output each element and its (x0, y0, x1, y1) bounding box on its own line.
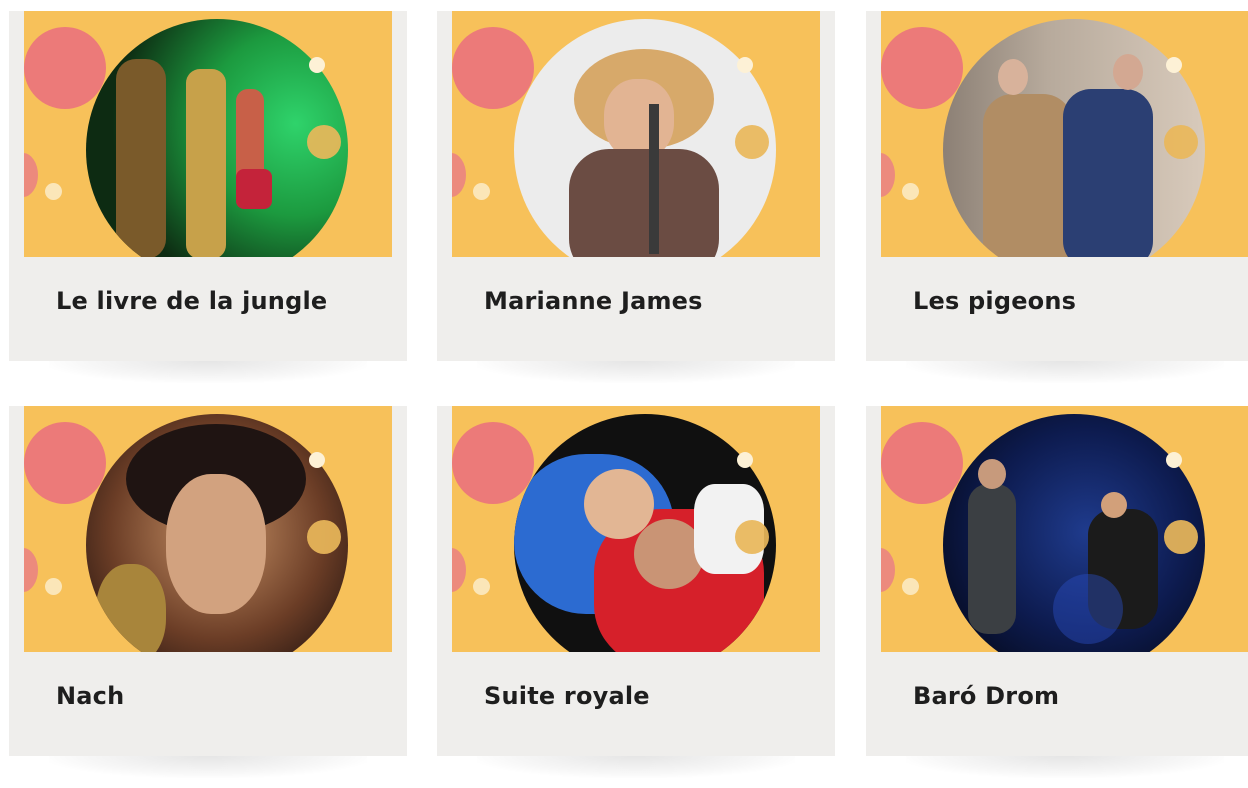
decor-circle (45, 578, 62, 595)
decor-circle (473, 183, 490, 200)
decor-circle (309, 57, 325, 73)
show-title[interactable]: Nach (56, 682, 124, 710)
show-card[interactable]: Suite royale (437, 406, 835, 778)
card-banner (881, 11, 1248, 257)
card-banner (24, 11, 392, 257)
decor-circle (737, 452, 753, 468)
decor-circle (452, 153, 466, 197)
show-card[interactable]: Le livre de la jungle (9, 11, 407, 383)
decor-circle (309, 452, 325, 468)
decor-circle (735, 125, 769, 159)
decor-circle (735, 520, 769, 554)
decor-circle (881, 548, 895, 592)
decor-circle (24, 27, 106, 109)
decor-circle (881, 153, 895, 197)
show-card[interactable]: Marianne James (437, 11, 835, 383)
decor-circle (473, 578, 490, 595)
decor-circle (1166, 57, 1182, 73)
decor-circle (1164, 520, 1198, 554)
card-banner (24, 406, 392, 652)
card-banner (452, 11, 820, 257)
decor-circle (902, 183, 919, 200)
show-grid: Le livre de la jungle Marianne James Les… (0, 0, 1248, 788)
decor-circle (45, 183, 62, 200)
show-title[interactable]: Les pigeons (913, 287, 1076, 315)
show-title[interactable]: Suite royale (484, 682, 650, 710)
decor-circle (24, 548, 38, 592)
show-card[interactable]: Nach (9, 406, 407, 778)
card-banner (881, 406, 1248, 652)
decor-circle (307, 125, 341, 159)
show-title[interactable]: Marianne James (484, 287, 703, 315)
card-banner (452, 406, 820, 652)
decor-circle (902, 578, 919, 595)
decor-circle (1166, 452, 1182, 468)
decor-circle (452, 548, 466, 592)
decor-circle (24, 153, 38, 197)
show-title[interactable]: Baró Drom (913, 682, 1059, 710)
show-card[interactable]: Les pigeons (866, 11, 1248, 383)
decor-circle (452, 27, 534, 109)
show-card[interactable]: Baró Drom (866, 406, 1248, 778)
decor-circle (737, 57, 753, 73)
decor-circle (1164, 125, 1198, 159)
decor-circle (881, 27, 963, 109)
decor-circle (881, 422, 963, 504)
show-title[interactable]: Le livre de la jungle (56, 287, 327, 315)
decor-circle (24, 422, 106, 504)
decor-circle (307, 520, 341, 554)
